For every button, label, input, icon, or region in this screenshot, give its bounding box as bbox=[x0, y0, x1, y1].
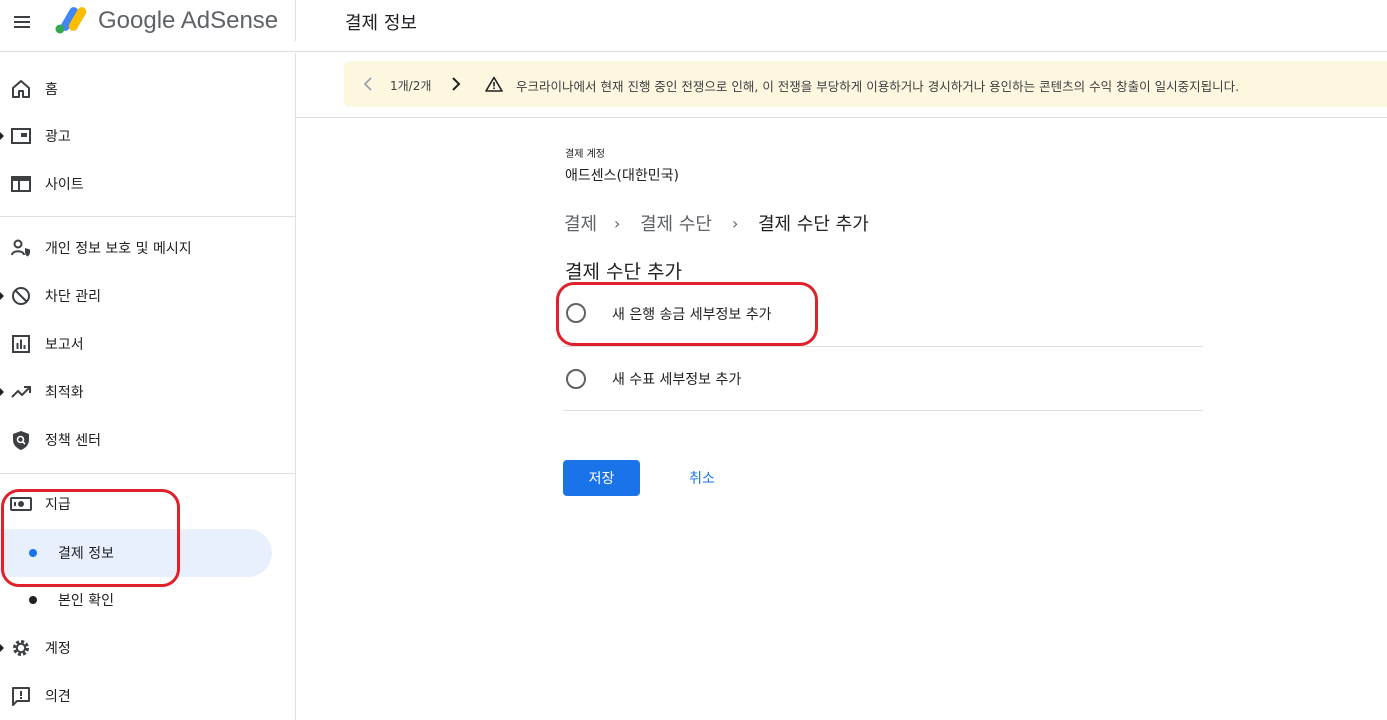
adsense-logo-icon bbox=[55, 7, 87, 34]
sidebar-subitem-identity-verification[interactable]: 본인 확인 bbox=[0, 576, 272, 624]
save-button[interactable]: 저장 bbox=[563, 460, 640, 496]
payment-option-label: 새 수표 세부정보 추가 bbox=[612, 372, 742, 388]
payment-option-bank-transfer[interactable]: 새 은행 송금 세부정보 추가 bbox=[563, 283, 1203, 347]
expand-caret-icon bbox=[0, 132, 4, 140]
breadcrumb-separator: › bbox=[732, 214, 739, 233]
sidebar-divider bbox=[0, 473, 296, 474]
sidebar-subitem-billing-info[interactable]: 결제 정보 bbox=[0, 529, 272, 577]
active-bullet-icon bbox=[29, 549, 37, 557]
sidebar-item-home[interactable]: 홈 bbox=[0, 68, 296, 108]
sidebar-item-optimization[interactable]: 최적화 bbox=[0, 371, 296, 411]
sidebar-item-sites[interactable]: 사이트 bbox=[0, 163, 296, 203]
banner-pager: 1개/2개 bbox=[390, 79, 432, 93]
top-app-bar: Google AdSense 결제 정보 bbox=[0, 0, 1387, 52]
web-icon bbox=[11, 176, 31, 192]
sidebar-item-label: 차단 관리 bbox=[45, 289, 101, 305]
expand-caret-icon bbox=[0, 292, 4, 300]
chevron-left-icon[interactable] bbox=[362, 75, 374, 93]
cancel-button[interactable]: 취소 bbox=[665, 460, 739, 496]
sidebar-divider bbox=[0, 216, 296, 217]
policy-shield-icon bbox=[13, 431, 29, 450]
sidebar-item-label: 광고 bbox=[45, 129, 71, 145]
header-divider bbox=[295, 0, 296, 41]
home-icon bbox=[12, 80, 30, 98]
feedback-icon bbox=[12, 687, 30, 706]
bullet-icon bbox=[29, 596, 37, 604]
sidebar-item-label: 계정 bbox=[45, 641, 71, 657]
sidebar-item-feedback[interactable]: 의견 bbox=[0, 675, 296, 715]
payment-option-check[interactable]: 새 수표 세부정보 추가 bbox=[563, 347, 1203, 411]
billing-account-label: 결제 계정 bbox=[565, 149, 605, 160]
section-title: 결제 수단 추가 bbox=[565, 261, 682, 283]
sidebar-item-label: 지급 bbox=[45, 497, 71, 513]
banner-message: 우크라이나에서 현재 진행 중인 전쟁으로 인해, 이 전쟁을 부당하게 이용하… bbox=[516, 79, 1240, 94]
hamburger-menu-icon[interactable] bbox=[12, 12, 32, 32]
payment-option-label: 새 은행 송금 세부정보 추가 bbox=[612, 307, 772, 323]
sidebar-item-label: 의견 bbox=[45, 689, 71, 705]
sidebar-subitem-label: 본인 확인 bbox=[58, 593, 114, 609]
block-icon bbox=[12, 287, 30, 305]
bar-chart-icon bbox=[12, 335, 30, 353]
sidebar-item-payments[interactable]: 지급 bbox=[0, 483, 296, 523]
payments-icon bbox=[10, 497, 32, 511]
trending-up-icon bbox=[11, 386, 31, 398]
breadcrumb-payment-method[interactable]: 결제 수단 bbox=[640, 210, 712, 236]
page-title: 결제 정보 bbox=[345, 13, 417, 34]
sidebar-item-ads[interactable]: 광고 bbox=[0, 115, 296, 155]
sidebar-item-label: 홈 bbox=[45, 82, 58, 98]
chevron-right-icon[interactable] bbox=[450, 75, 462, 93]
billing-account-value: 애드센스(대한민국) bbox=[565, 168, 679, 184]
sidebar-item-account[interactable]: 계정 bbox=[0, 627, 296, 667]
sidebar-item-policy-center[interactable]: 정책 센터 bbox=[0, 419, 296, 459]
ad-unit-icon bbox=[11, 128, 31, 144]
expand-caret-icon bbox=[0, 644, 4, 652]
sidebar-item-blocking[interactable]: 차단 관리 bbox=[0, 275, 296, 315]
sidebar-item-label: 보고서 bbox=[45, 337, 84, 353]
brand-name: Google AdSense bbox=[98, 7, 279, 34]
notice-banner: 1개/2개 우크라이나에서 현재 진행 중인 전쟁으로 인해, 이 전쟁을 부당… bbox=[344, 61, 1387, 107]
expand-caret-icon bbox=[0, 388, 4, 396]
sidebar-item-label: 정책 센터 bbox=[45, 433, 101, 449]
content-divider bbox=[296, 117, 1387, 118]
sidebar-item-privacy[interactable]: 개인 정보 보호 및 메시지 bbox=[0, 227, 296, 267]
sidebar: 홈 광고 사이트 개인 정보 보호 및 메시지 차단 관리 보고서 최적화 정책… bbox=[0, 53, 296, 720]
sidebar-item-label: 개인 정보 보호 및 메시지 bbox=[45, 241, 192, 257]
radio-button[interactable] bbox=[566, 369, 586, 389]
sidebar-item-reports[interactable]: 보고서 bbox=[0, 323, 296, 363]
breadcrumb-current: 결제 수단 추가 bbox=[758, 214, 869, 235]
breadcrumb-separator: › bbox=[614, 214, 621, 233]
sidebar-item-label: 사이트 bbox=[45, 177, 84, 193]
gear-icon bbox=[13, 640, 29, 656]
sidebar-subitem-label: 결제 정보 bbox=[58, 546, 114, 562]
sidebar-item-label: 최적화 bbox=[45, 385, 84, 401]
breadcrumb-billing[interactable]: 결제 bbox=[564, 210, 597, 236]
radio-button[interactable] bbox=[566, 303, 586, 323]
person-shield-icon bbox=[11, 239, 30, 257]
warning-icon bbox=[485, 76, 503, 92]
